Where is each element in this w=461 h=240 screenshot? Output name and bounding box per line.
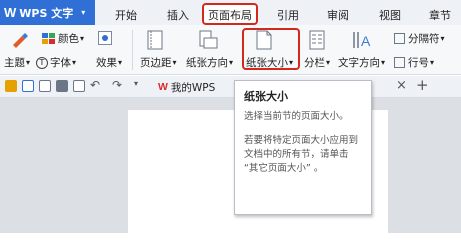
wps-logo-icon: W xyxy=(4,5,17,20)
text-direction-icon[interactable]: A xyxy=(352,30,374,50)
effect-button[interactable]: 效果 ▾ xyxy=(96,55,122,70)
wps-w-icon: W xyxy=(158,81,168,93)
tab-home[interactable]: 开始 xyxy=(108,4,144,25)
theme-icon[interactable] xyxy=(10,31,30,51)
line-number-icon xyxy=(394,57,405,68)
save-as-icon[interactable] xyxy=(39,80,51,92)
color-grid-icon xyxy=(42,32,55,44)
text-direction-button[interactable]: 文字方向 ▾ xyxy=(338,55,385,70)
separator-button[interactable]: 分隔符 ▾ xyxy=(394,31,445,46)
doc-tab-my-wps[interactable]: W 我的WPS xyxy=(158,76,215,98)
tooltip-detail: 若要将特定页面大小应用到文档中的所有节，请单击 “其它页面大小” 。 xyxy=(244,135,359,174)
tooltip-description: 选择当前节的页面大小。 xyxy=(244,111,349,122)
open-folder-icon[interactable] xyxy=(5,80,17,92)
columns-icon[interactable] xyxy=(309,30,325,50)
tab-view[interactable]: 视图 xyxy=(372,4,408,25)
tab-chapter[interactable]: 章节 xyxy=(420,4,460,25)
margins-button[interactable]: 页边距 ▾ xyxy=(140,55,177,70)
tooltip-title: 纸张大小 xyxy=(244,90,288,103)
print-icon[interactable] xyxy=(56,80,68,92)
undo-icon[interactable]: ↶ xyxy=(90,78,100,92)
close-tab-icon[interactable]: × xyxy=(396,78,407,93)
separator-icon xyxy=(394,33,405,44)
save-icon[interactable] xyxy=(22,80,34,92)
orientation-button[interactable]: 纸张方向 ▾ xyxy=(186,55,233,70)
paper-size-tooltip: 纸张大小 选择当前节的页面大小。 若要将特定页面大小应用到文档中的所有节，请单击… xyxy=(234,80,372,215)
line-number-button[interactable]: 行号 ▾ xyxy=(394,55,434,70)
page-color-icon[interactable] xyxy=(98,31,112,45)
app-name: WPS 文字 xyxy=(19,6,74,20)
font-icon: T xyxy=(36,56,48,69)
print-preview-icon[interactable] xyxy=(73,80,85,92)
tab-review[interactable]: 审阅 xyxy=(320,4,356,25)
theme-button[interactable]: 主题 ▾ xyxy=(4,55,30,70)
chevron-down-icon[interactable]: ▾ xyxy=(134,79,138,88)
color-button[interactable]: 颜色 ▾ xyxy=(42,31,84,46)
quick-access-bar xyxy=(0,76,461,98)
add-tab-icon[interactable]: + xyxy=(416,76,429,94)
margins-icon[interactable] xyxy=(147,30,163,50)
columns-button[interactable]: 分栏 ▾ xyxy=(304,55,330,70)
paper-size-highlight xyxy=(242,28,300,70)
tab-highlight xyxy=(202,3,258,25)
tab-insert[interactable]: 插入 xyxy=(160,4,196,25)
document-area xyxy=(0,98,461,240)
app-menu-button[interactable]: W WPS 文字 ▾ xyxy=(0,0,95,25)
font-button[interactable]: T 字体 ▾ xyxy=(36,55,76,70)
chevron-down-icon: ▾ xyxy=(81,8,86,17)
tab-references[interactable]: 引用 xyxy=(270,4,306,25)
svg-text:A: A xyxy=(361,33,371,49)
orientation-icon[interactable] xyxy=(198,30,218,50)
redo-icon[interactable]: ↷ xyxy=(112,78,122,92)
